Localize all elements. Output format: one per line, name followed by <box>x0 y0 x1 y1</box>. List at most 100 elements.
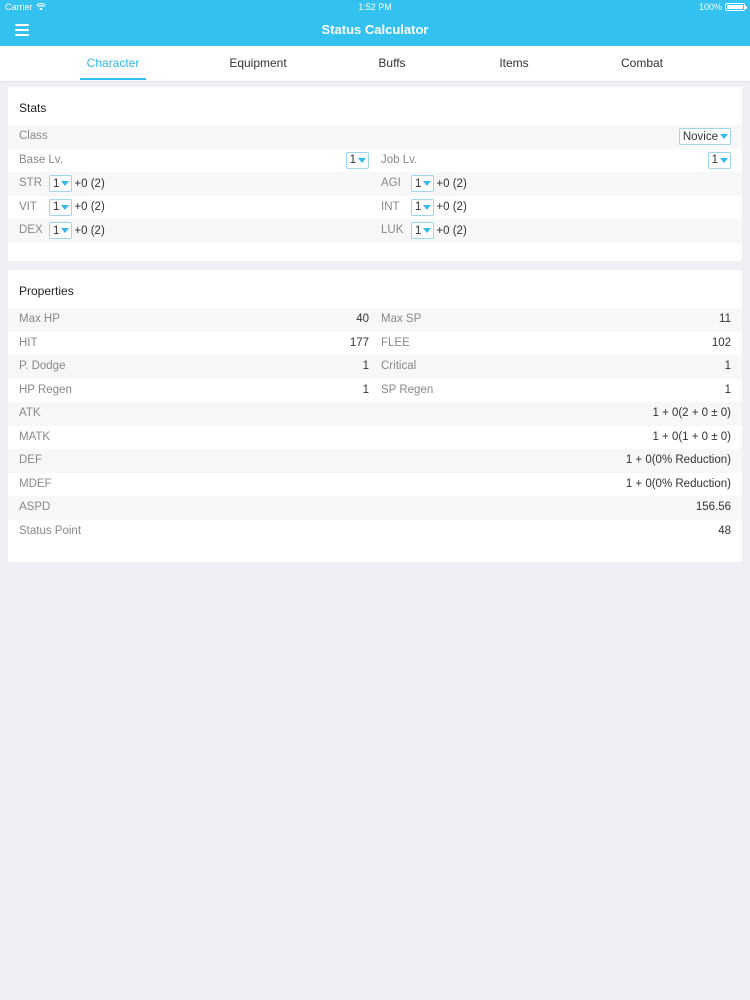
tab-buffs[interactable]: Buffs <box>370 46 414 82</box>
max-hp-value: 40 <box>356 313 369 325</box>
vit-label: VIT <box>19 200 37 213</box>
chevron-down-icon <box>61 228 70 233</box>
sp-regen-value: 1 <box>724 383 731 396</box>
mdef-label: MDEF <box>19 477 52 490</box>
vit-bonus: +0 (2) <box>74 201 105 213</box>
agi-value: 1 <box>415 177 422 190</box>
battery-percent: 100% <box>698 2 722 12</box>
chevron-down-icon <box>61 204 70 210</box>
sp-regen-label: SP Regen <box>381 383 434 396</box>
property-row: Status Point 48 <box>8 520 742 544</box>
critical-value: 1 <box>724 360 731 372</box>
property-row: ASPD 156.56 <box>8 496 742 520</box>
int-value: 1 <box>415 201 422 213</box>
active-tab-indicator <box>80 78 146 80</box>
battery-icon <box>725 3 747 11</box>
attribute-row: STR 1 +0 (2) AGI 1 +0 (2) <box>8 172 742 196</box>
property-row: HP Regen 1 SP Regen 1 <box>8 379 742 403</box>
dex-label: DEX <box>19 224 43 236</box>
p-dodge-value: 1 <box>362 360 369 372</box>
class-select[interactable]: Novice <box>678 128 731 145</box>
chevron-down-icon <box>423 228 432 233</box>
class-select-value: Novice <box>682 130 718 143</box>
clock: 1:52 PM <box>358 2 392 12</box>
dex-value: 1 <box>53 224 60 237</box>
property-row: MATK 1 + 0(1 + 0 ± 0) <box>8 426 742 450</box>
luk-value: 1 <box>415 224 422 237</box>
int-bonus: +0 (2) <box>436 201 467 213</box>
stats-title: Stats <box>19 101 47 115</box>
hp-regen-label: HP Regen <box>19 383 72 396</box>
properties-title: Properties <box>19 284 74 298</box>
chevron-down-icon <box>720 157 728 163</box>
base-lv-label: Base Lv. <box>19 153 63 166</box>
tab-items-label: Items <box>499 56 529 70</box>
str-select[interactable]: 1 <box>49 175 73 192</box>
dex-select[interactable]: 1 <box>49 222 73 239</box>
str-label: STR <box>19 177 42 189</box>
tab-character[interactable]: Character <box>80 46 146 82</box>
level-row: Base Lv. 1 Job Lv. 1 <box>8 149 742 173</box>
tab-buffs-label: Buffs <box>378 56 406 70</box>
properties-card: Properties Max HP 40 Max SP 11 HIT 177 F… <box>8 270 742 562</box>
status-point-value: 48 <box>718 524 731 537</box>
str-bonus: +0 (2) <box>74 177 105 190</box>
atk-label: ATK <box>19 407 41 419</box>
attribute-row: VIT 1 +0 (2) INT 1 +0 (2) <box>8 196 742 220</box>
page-title: Status Calculator <box>321 22 429 37</box>
vit-select[interactable]: 1 <box>49 198 73 216</box>
job-lv-value: 1 <box>711 154 718 166</box>
tab-equipment[interactable]: Equipment <box>222 46 294 82</box>
matk-label: MATK <box>19 430 51 443</box>
class-label: Class <box>19 130 48 142</box>
hit-label: HIT <box>19 336 38 349</box>
attribute-row: DEX 1 +0 (2) LUK 1 +0 (2) <box>8 219 742 243</box>
max-sp-label: Max SP <box>381 313 422 325</box>
tab-combat[interactable]: Combat <box>614 46 670 82</box>
mdef-value: 1 + 0(0% Reduction) <box>625 477 731 490</box>
agi-label: AGI <box>381 177 401 189</box>
property-row: HIT 177 FLEE 102 <box>8 332 742 356</box>
hit-value: 177 <box>349 336 369 349</box>
chevron-down-icon <box>423 204 432 210</box>
tab-items[interactable]: Items <box>492 46 536 82</box>
dex-bonus: +0 (2) <box>74 224 105 237</box>
job-lv-select[interactable]: 1 <box>707 151 731 169</box>
chevron-down-icon <box>423 181 432 186</box>
tab-combat-label: Combat <box>620 56 664 70</box>
property-row: P. Dodge 1 Critical 1 <box>8 355 742 379</box>
def-value: 1 + 0(0% Reduction) <box>625 454 731 466</box>
chevron-down-icon <box>61 181 70 186</box>
status-bar: Carrier 1:52 PM 100% <box>0 0 750 14</box>
max-hp-label: Max HP <box>19 313 60 325</box>
property-row: ATK 1 + 0(2 + 0 ± 0) <box>8 402 742 426</box>
aspd-value: 156.56 <box>695 501 731 513</box>
vit-value: 1 <box>53 201 60 213</box>
chevron-down-icon <box>358 157 366 163</box>
chevron-down-icon <box>720 134 728 139</box>
matk-value: 1 + 0(1 + 0 ± 0) <box>652 430 731 443</box>
flee-value: 102 <box>711 336 731 349</box>
luk-select[interactable]: 1 <box>411 222 435 239</box>
property-row: MDEF 1 + 0(0% Reduction) <box>8 473 742 497</box>
base-lv-select[interactable]: 1 <box>345 151 369 169</box>
flee-label: FLEE <box>381 336 410 349</box>
int-label: INT <box>381 200 400 213</box>
agi-select[interactable]: 1 <box>411 175 435 192</box>
def-label: DEF <box>19 454 42 466</box>
critical-label: Critical <box>381 360 417 372</box>
tab-bar: Character Equipment Buffs Items Combat <box>0 46 750 82</box>
max-sp-value: 11 <box>719 313 731 325</box>
p-dodge-label: P. Dodge <box>19 360 66 372</box>
hp-regen-value: 1 <box>362 383 369 396</box>
base-lv-value: 1 <box>349 154 356 166</box>
tab-equipment-label: Equipment <box>229 56 287 70</box>
aspd-label: ASPD <box>19 501 51 513</box>
battery-indicator: 100% <box>698 0 747 14</box>
property-row: DEF 1 + 0(0% Reduction) <box>8 449 742 473</box>
luk-label: LUK <box>381 224 404 236</box>
agi-bonus: +0 (2) <box>436 177 467 190</box>
app-header: Carrier 1:52 PM 100% Status Calculator <box>0 0 750 46</box>
job-lv-label: Job Lv. <box>381 153 418 166</box>
int-select[interactable]: 1 <box>411 198 435 216</box>
